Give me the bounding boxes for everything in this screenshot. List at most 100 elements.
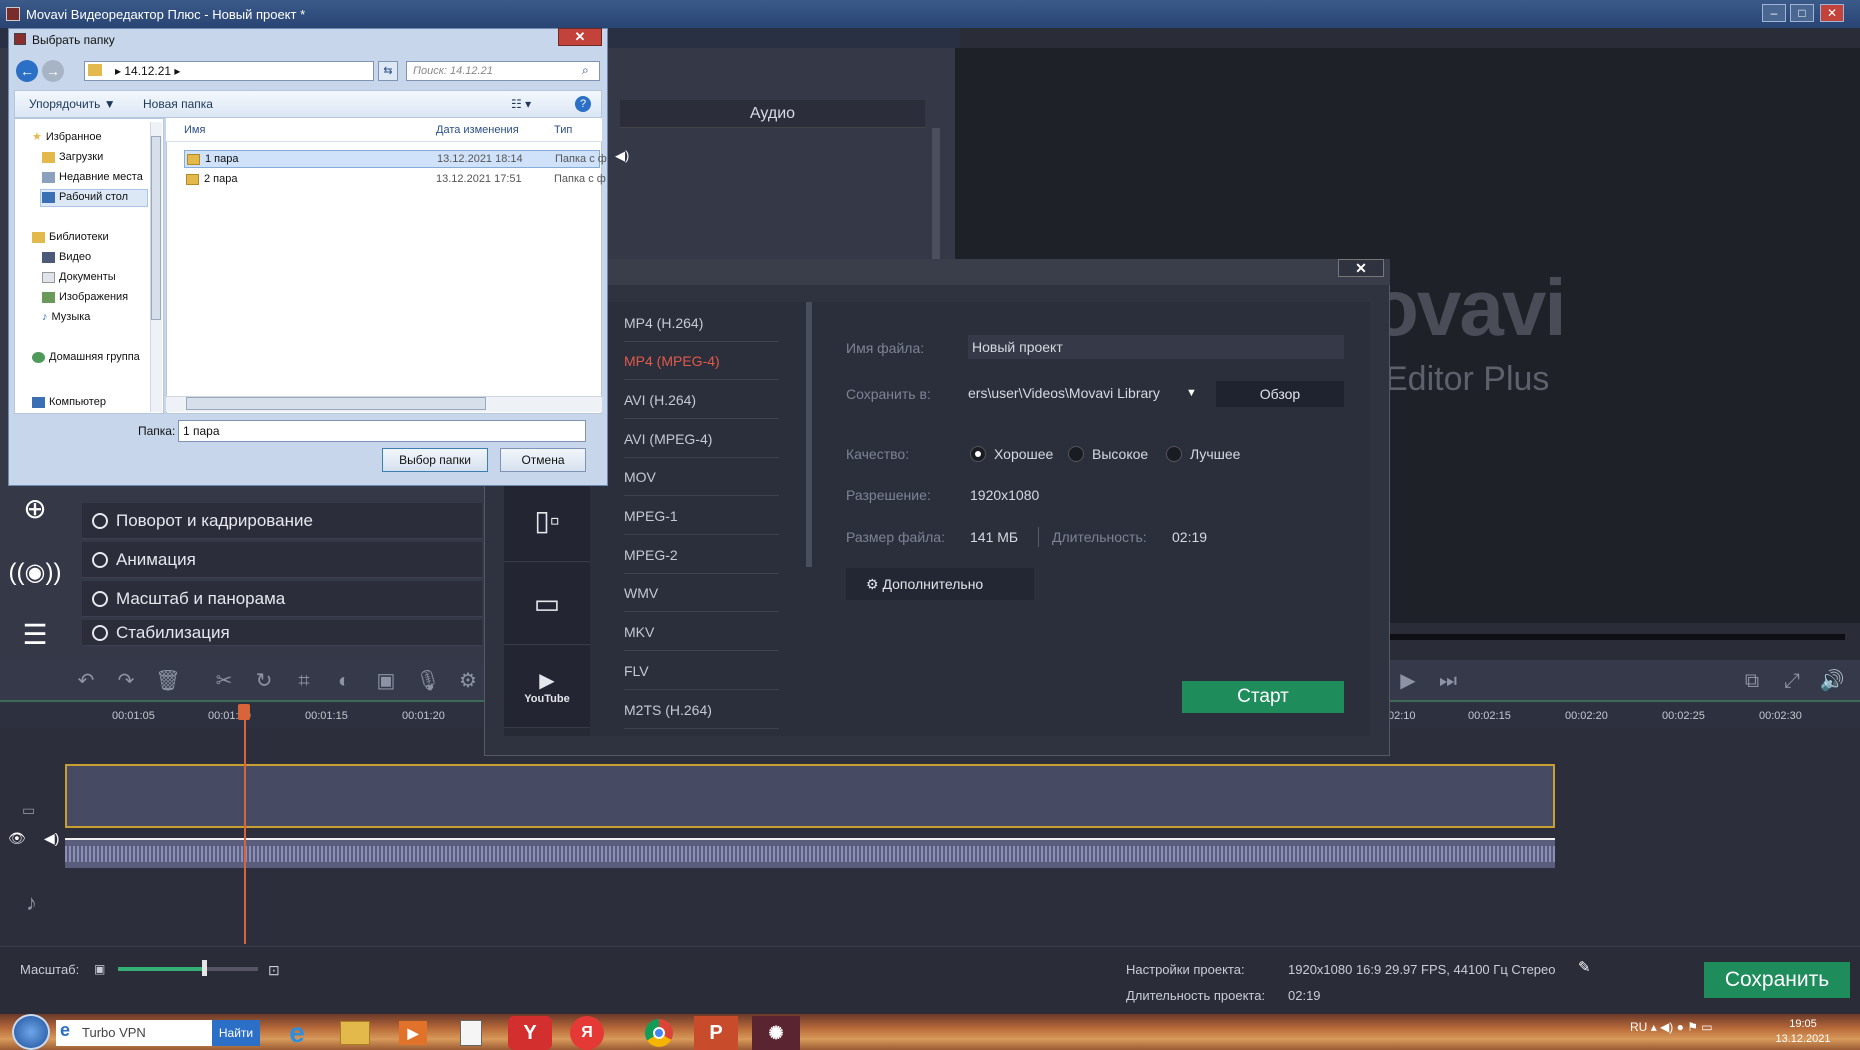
nav-item-homegroup[interactable]: Домашняя группа (32, 351, 140, 363)
undo-icon[interactable]: ↶ (72, 668, 100, 694)
file-row[interactable]: 1 пара 13.12.2021 18:14 Папка с ф (184, 150, 607, 168)
search-input[interactable]: Поиск: 14.12.21 (406, 61, 600, 81)
audio-scrollbar[interactable] (932, 128, 940, 268)
zoom-slider-handle[interactable] (202, 960, 207, 976)
format-item[interactable]: WMV (624, 574, 779, 612)
format-item[interactable]: M2TS (H.264) (624, 691, 779, 729)
nav-item-recent[interactable]: Недавние места (42, 171, 143, 183)
format-item[interactable]: MP4 (H.264) (624, 304, 779, 342)
zoom-add-icon[interactable]: ⊕ (10, 484, 60, 532)
fullscreen-icon[interactable]: ⤢ (1778, 668, 1806, 694)
start-button[interactable]: Старт (1182, 681, 1344, 713)
close-button[interactable]: ✕ (1820, 4, 1844, 22)
export-close-button[interactable]: ✕ (1338, 259, 1384, 277)
filter-item[interactable]: Масштаб и панорама (82, 581, 482, 617)
format-item[interactable]: FLV (624, 652, 779, 690)
save-path-select[interactable]: ers\user\Videos\Movavi Library (968, 381, 1200, 405)
speaker-icon[interactable]: ◀) (615, 148, 629, 164)
flag-tray-icon[interactable]: ⚑ (1687, 1020, 1701, 1034)
nav-item-favorites[interactable]: ★ Избранное (32, 130, 102, 144)
nav-item-libraries[interactable]: Библиотеки (32, 231, 109, 243)
format-item[interactable]: MKV (624, 613, 779, 651)
menu-list-icon[interactable]: ☰ (10, 610, 60, 658)
rotate-icon[interactable]: ↻ (250, 668, 278, 694)
quality-radio-high[interactable] (1068, 446, 1084, 462)
save-button[interactable]: Сохранить (1704, 962, 1850, 998)
folder-dialog-close-button[interactable]: ✕ (558, 28, 602, 46)
youtube-category[interactable]: ▶ YouTube (504, 646, 590, 728)
camera-icon[interactable]: ((◉)) (9, 548, 62, 596)
filter-item[interactable]: Анимация (82, 542, 482, 578)
nav-item-music[interactable]: ♪ Музыка (42, 311, 90, 323)
column-date[interactable]: Дата изменения (436, 124, 519, 136)
volume-tray-icon[interactable]: ◀) (1660, 1020, 1677, 1034)
audio-clip[interactable] (65, 838, 1555, 868)
file-list-hscroll-thumb[interactable] (186, 397, 486, 410)
yandex-browser-icon[interactable]: Y (508, 1016, 552, 1050)
nav-item-desktop[interactable]: Рабочий стол (42, 191, 128, 203)
organize-button[interactable]: Упорядочить ▼ (29, 91, 116, 117)
image-icon[interactable]: ▣ (372, 668, 400, 694)
filter-item[interactable]: Стабилизация (82, 620, 482, 646)
format-item[interactable]: AVI (H.264) (624, 381, 779, 419)
view-options-icon[interactable]: ☷ ▾ (511, 91, 531, 117)
filter-item[interactable]: Поворот и кадрирование (82, 503, 482, 539)
select-folder-button[interactable]: Выбор папки (382, 448, 488, 472)
taskbar-find-button[interactable]: Найти (212, 1020, 260, 1046)
file-name-input[interactable]: Новый проект (968, 335, 1344, 359)
next-icon[interactable]: ⏭ (1434, 668, 1462, 694)
forward-arrow-icon[interactable]: → (42, 60, 64, 82)
power-tray-icon[interactable]: ▭ (1701, 1020, 1712, 1034)
tablet-icon[interactable]: ▭ (504, 563, 590, 645)
network-tray-icon[interactable]: ● (1677, 1020, 1688, 1034)
column-type[interactable]: Тип (554, 124, 572, 136)
format-item[interactable]: AVI (MPEG-4) (624, 420, 779, 458)
ie-icon[interactable]: e (270, 1016, 324, 1050)
help-icon[interactable]: ? (575, 96, 591, 112)
quality-radio-good[interactable] (970, 446, 986, 462)
nav-item-documents[interactable]: Документы (42, 271, 116, 283)
advanced-button[interactable]: ⚙ Дополнительно (846, 568, 1034, 600)
nav-item-computer[interactable]: Компьютер (32, 396, 106, 408)
cancel-button[interactable]: Отмена (500, 448, 586, 472)
delete-icon[interactable]: 🗑 (154, 668, 182, 694)
language-indicator[interactable]: RU (1630, 1020, 1647, 1034)
nav-scrollbar-thumb[interactable] (151, 136, 161, 320)
refresh-icon[interactable]: ⇆ (378, 61, 398, 81)
format-item[interactable]: MPEG-1 (624, 497, 779, 535)
devices-icon[interactable]: ▯▫ (504, 480, 590, 562)
crop-icon[interactable]: ⌗ (290, 668, 318, 694)
taskbar-search-input[interactable]: Turbo VPN (56, 1020, 212, 1046)
explorer-icon[interactable] (328, 1016, 382, 1050)
back-arrow-icon[interactable]: ← (16, 60, 38, 82)
video-clip[interactable] (65, 764, 1555, 828)
address-bar[interactable]: ▸ 14.12.21 ▸ (84, 61, 374, 81)
yandex-icon[interactable]: Я (570, 1016, 604, 1050)
notepad-icon[interactable] (444, 1016, 498, 1050)
search-icon[interactable]: ⌕ (582, 63, 589, 78)
maximize-button[interactable]: □ (1790, 4, 1814, 22)
folder-input[interactable]: 1 пара (178, 420, 586, 442)
taskbar-clock[interactable]: 19:05 13.12.2021 (1768, 1017, 1838, 1047)
format-list-scrollbar[interactable] (806, 302, 812, 567)
playhead-handle[interactable] (238, 704, 250, 720)
nav-item-downloads[interactable]: Загрузки (42, 151, 103, 163)
track-volume-icon[interactable]: ◀) (44, 830, 59, 847)
playhead[interactable] (244, 704, 246, 944)
quality-radio-best[interactable] (1166, 446, 1182, 462)
format-item[interactable]: MPEG-2 (624, 536, 779, 574)
nav-item-video[interactable]: Видео (42, 251, 91, 263)
powerpoint-icon[interactable]: P (694, 1016, 738, 1050)
volume-icon[interactable]: 🔊 (1818, 668, 1846, 694)
preview-progress[interactable] (1380, 634, 1845, 640)
chrome-icon[interactable] (632, 1016, 686, 1050)
media-icon[interactable]: ▶ (386, 1016, 440, 1050)
new-folder-button[interactable]: Новая папка (143, 91, 213, 117)
start-button[interactable] (12, 1014, 50, 1050)
file-row[interactable]: 2 пара 13.12.2021 17:51 Папка с ф (184, 171, 606, 189)
zoom-in-icon[interactable]: ⊡ (268, 962, 280, 979)
popout-icon[interactable]: ⧉ (1738, 668, 1766, 694)
color-icon[interactable]: ◐ (330, 668, 358, 694)
browse-button[interactable]: Обзор (1216, 381, 1344, 407)
movavi-icon[interactable]: ✺ (752, 1016, 800, 1050)
